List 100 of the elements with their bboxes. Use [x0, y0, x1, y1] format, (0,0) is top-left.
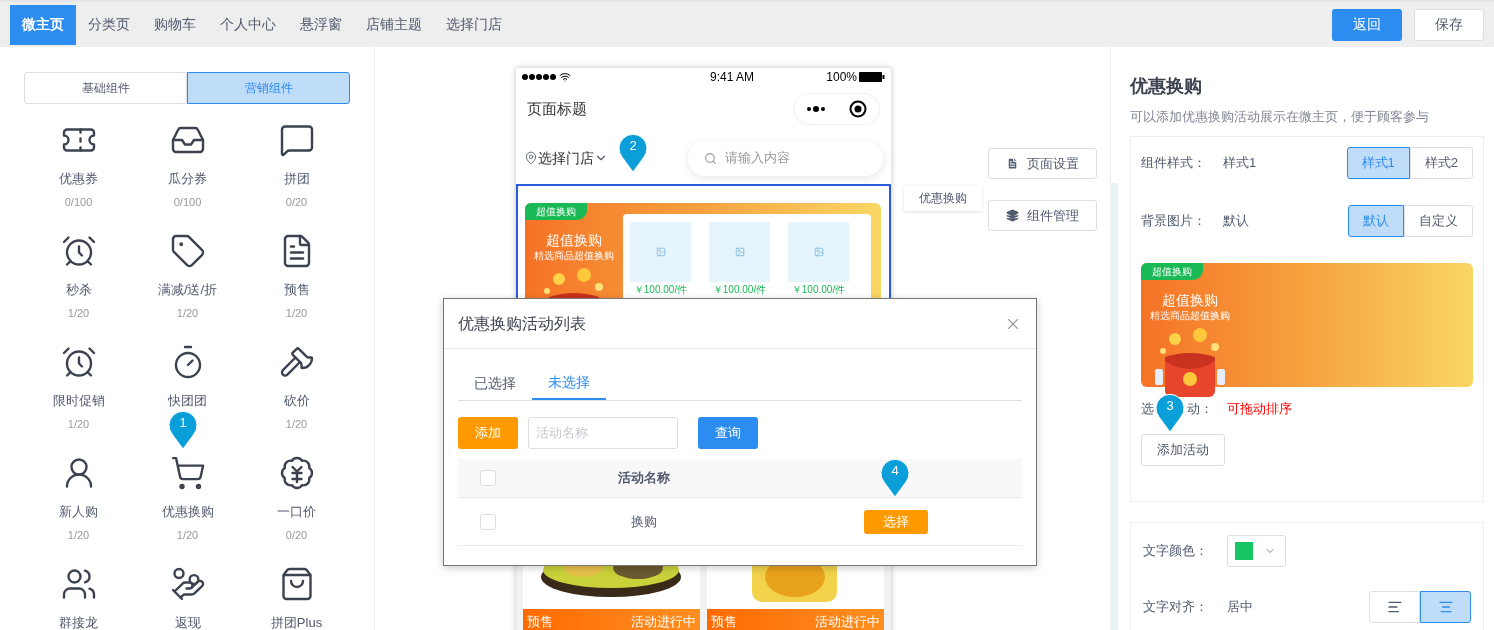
component-name: 快团团	[168, 393, 207, 409]
tag-icon	[169, 233, 206, 269]
save-button[interactable]: 保存	[1414, 8, 1484, 41]
component-count: 0/20	[285, 528, 308, 542]
location-icon	[524, 151, 538, 165]
component-name: 一口价	[277, 504, 316, 520]
drag-hint: 可拖动排序	[1227, 400, 1292, 419]
align-left-icon	[1386, 599, 1403, 615]
component-name: 砍价	[283, 393, 310, 409]
component-count: 1/20	[285, 417, 308, 431]
activity-label: 动：	[1187, 400, 1213, 419]
setting-value: 默认	[1223, 212, 1249, 231]
option-button[interactable]: 自定义	[1404, 205, 1473, 237]
banner-subtitle: 精选商品超值换购	[534, 249, 614, 263]
price: ￥100.00/件	[791, 284, 846, 296]
top-tab[interactable]: 购物车	[142, 4, 208, 45]
search-icon	[704, 151, 717, 165]
component-manage-button[interactable]: 组件管理	[988, 200, 1097, 231]
users-icon	[60, 566, 97, 602]
component-name: 秒杀	[65, 282, 92, 298]
cart-icon	[169, 455, 206, 491]
component-name: 限时促销	[52, 393, 105, 409]
component-name: 拼团Plus	[270, 615, 323, 630]
target-icon	[849, 100, 868, 118]
marker-pin: 1	[168, 410, 198, 450]
option-button[interactable]: 样式2	[1409, 147, 1473, 179]
banner-tag: 超值换购	[1141, 263, 1203, 280]
back-button[interactable]: 返回	[1332, 8, 1402, 41]
wifi-icon	[559, 71, 571, 83]
table-cell-text: 换购	[631, 512, 657, 531]
segment-tab[interactable]: 基础组件	[24, 72, 187, 104]
component-name: 优惠换购	[161, 504, 214, 520]
top-tab[interactable]: 分类页	[76, 4, 142, 45]
image-icon	[813, 247, 824, 257]
component-count: 1/20	[67, 306, 90, 320]
product-tag: 预售	[527, 611, 553, 630]
component-count: 1/20	[176, 528, 199, 542]
settings-description: 可以添加优惠换购活动展示在微主页，便于顾客参与	[1130, 108, 1430, 126]
checkbox[interactable]	[480, 470, 496, 486]
component-name: 满减/送/折	[157, 282, 218, 298]
setting-label: 组件样式：	[1141, 154, 1207, 173]
top-tab[interactable]: 选择门店	[434, 4, 514, 45]
banner-title: 超值换购	[546, 231, 602, 249]
battery-percent: 100%	[826, 69, 857, 86]
more-icon	[805, 106, 826, 112]
top-tab[interactable]: 悬浮窗	[288, 4, 354, 45]
product-tag: 预售	[711, 611, 737, 630]
component-name: 优惠券	[59, 171, 98, 187]
banner-subtitle: 精选商品超值换购	[1150, 309, 1230, 323]
document-icon	[1006, 157, 1019, 170]
component-name: 群接龙	[59, 615, 98, 630]
product-status: 活动进行中	[815, 612, 880, 630]
price: ￥100.00/件	[633, 284, 688, 296]
setting-label: 文字颜色：	[1143, 542, 1209, 561]
status-time: 9:41 AM	[710, 69, 755, 86]
component-label: 优惠换购	[904, 185, 982, 211]
image-icon	[655, 247, 666, 257]
query-button[interactable]: 查询	[698, 417, 758, 449]
speech-bubble-icon	[278, 122, 315, 158]
color-picker[interactable]	[1227, 535, 1286, 567]
product-status: 活动进行中	[631, 612, 696, 630]
alarm-clock-icon	[60, 344, 97, 380]
component-count: 0/100	[173, 195, 202, 209]
component-count: 1/20	[67, 528, 90, 542]
component-count: 1/20	[176, 306, 199, 320]
dialog-tab[interactable]: 已选择	[458, 366, 532, 400]
component-name: 拼团	[283, 171, 310, 187]
component-name: 新人购	[59, 504, 98, 520]
marker-pin: 2	[618, 133, 648, 173]
setting-value: 样式1	[1223, 154, 1257, 173]
top-tab[interactable]: 微主页	[10, 4, 76, 45]
component-name: 瓜分券	[168, 171, 207, 187]
settings-title: 优惠换购	[1130, 75, 1203, 98]
align-button[interactable]	[1420, 591, 1471, 623]
alarm-clock-icon	[60, 233, 97, 269]
column-header: 活动名称	[618, 469, 670, 488]
component-name: 返现	[174, 615, 201, 630]
setting-label: 文字对齐：	[1143, 598, 1209, 617]
store-select[interactable]: 选择门店	[538, 147, 594, 169]
dialog-tab[interactable]: 未选择	[532, 366, 606, 400]
top-tab[interactable]: 个人中心	[208, 4, 288, 45]
cleaver-icon	[278, 344, 315, 380]
page-settings-button[interactable]: 页面设置	[988, 148, 1097, 179]
setting-label: 背景图片：	[1141, 212, 1207, 231]
banner-tag: 超值换购	[525, 203, 587, 220]
banner-title: 超值换购	[1162, 291, 1218, 309]
price: ￥100.00/件	[712, 284, 767, 296]
component-count: 0/100	[64, 195, 93, 209]
activity-label: 选	[1141, 400, 1154, 419]
component-count: 1/20	[67, 417, 90, 431]
align-center-icon	[1437, 599, 1454, 615]
page-title: 页面标题	[527, 98, 587, 119]
add-activity-button[interactable]: 添加活动	[1141, 434, 1225, 466]
top-tab[interactable]: 店铺主题	[354, 4, 434, 45]
layers-icon	[1006, 209, 1019, 222]
checkbox[interactable]	[480, 513, 496, 530]
dialog-title: 优惠换购活动列表	[458, 313, 586, 334]
marker-pin: 4	[880, 458, 910, 498]
coin-hand-icon	[169, 566, 206, 602]
marker-pin: 3	[1155, 393, 1185, 433]
